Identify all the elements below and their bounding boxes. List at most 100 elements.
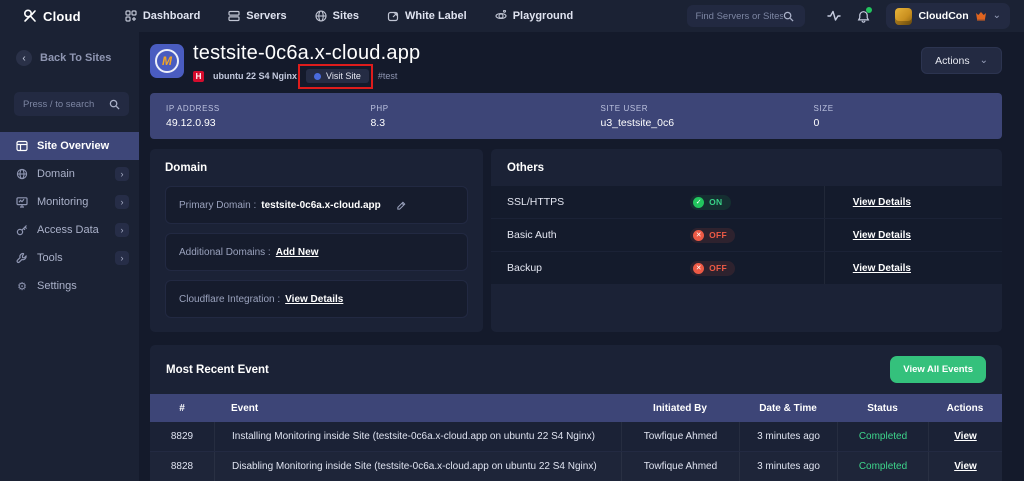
visit-site-button[interactable]: Visit Site [306,69,369,83]
sidebar-item-site-overview[interactable]: Site Overview [0,132,139,160]
sidebar: ‹ Back To Sites Site Overview Domain [0,32,139,481]
user-name: CloudCon [918,10,968,22]
nav-item-servers[interactable]: Servers [228,10,286,22]
basic-auth-view-details-link[interactable]: View Details [853,230,911,241]
nav-item-playground[interactable]: Playground [495,10,574,22]
col-date-time: Date & Time [739,403,837,414]
cross-icon: ✕ [693,263,704,274]
additional-domains-label: Additional Domains : [179,247,271,258]
event-status: Completed [837,422,928,451]
sidebar-search-input[interactable] [23,99,107,110]
sidebar-item-label: Monitoring [37,196,106,208]
event-id: 8828 [150,452,214,481]
backup-view-details-link[interactable]: View Details [853,263,911,274]
sidebar-item-monitoring[interactable]: Monitoring › [0,188,139,216]
cloudflare-label: Cloudflare Integration : [179,294,280,305]
sidebar-item-settings[interactable]: ⚙ Settings [0,272,139,300]
nav-item-white-label[interactable]: White Label [387,10,467,22]
backup-status-badge: ✕ OFF [690,261,735,276]
sidebar-item-tools[interactable]: Tools › [0,244,139,272]
info-value: 49.12.0.93 [166,117,354,129]
basic-auth-status-badge: ✕ OFF [690,228,735,243]
col-initiated-by: Initiated By [621,403,739,414]
nav-item-label: Servers [246,10,286,22]
sidebar-item-label: Domain [37,168,106,180]
chevron-right-icon: › [115,167,129,181]
backup-row: Backup ✕ OFF View Details [491,252,1002,285]
event-view-link[interactable]: View [954,461,977,472]
wrench-icon [16,252,28,264]
cloudflare-row: Cloudflare Integration : View Details [165,280,468,318]
event-id: 8829 [150,422,214,451]
info-label: SITE USER [601,104,798,113]
info-label: PHP [370,104,584,113]
event-table-row: 8828 Disabling Monitoring inside Site (t… [150,452,1002,481]
domain-globe-icon [16,168,28,180]
ssl-https-row: SSL/HTTPS ✓ ON View Details [491,186,1002,219]
dashboard-icon [125,10,137,22]
notifications-bell-icon[interactable] [857,10,870,23]
activity-icon[interactable] [827,10,841,22]
global-search-input[interactable] [695,11,783,22]
event-initiated-by: Towfique Ahmed [621,422,739,451]
nav-item-label: Dashboard [143,10,200,22]
sidebar-item-label: Site Overview [37,140,129,152]
ssl-view-details-link[interactable]: View Details [853,197,911,208]
info-ip-address: IP ADDRESS 49.12.0.93 [150,104,354,129]
actions-button-label: Actions [935,55,969,67]
user-menu[interactable]: CloudCon ⌄ [886,3,1010,29]
settings-gear-icon: ⚙ [16,280,28,293]
chevron-down-icon: ⌄ [980,56,988,66]
xcloud-logo[interactable]: Cloud [22,8,81,24]
global-search[interactable] [687,5,805,27]
col-actions: Actions [928,403,1002,414]
notification-dot [866,7,872,13]
event-time: 3 minutes ago [739,452,837,481]
events-table-header: # Event Initiated By Date & Time Status … [150,394,1002,422]
app-window: Cloud Dashboard Servers [0,0,1024,481]
site-overview-icon [16,140,28,152]
chevron-left-icon: ‹ [16,50,32,66]
sidebar-item-domain[interactable]: Domain › [0,160,139,188]
info-value: 0 [814,117,1002,129]
site-favicon: M [150,44,184,78]
additional-domains-row: Additional Domains : Add New [165,233,468,271]
chevron-right-icon: › [115,223,129,237]
nav-item-label: Playground [513,10,574,22]
primary-domain-label: Primary Domain : [179,200,256,211]
cloudflare-view-details-link[interactable]: View Details [285,294,343,305]
info-size: SIZE 0 [798,104,1002,129]
event-description: Disabling Monitoring inside Site (testsi… [214,452,621,481]
server-info-label: ubuntu 22 S4 Nginx [213,71,297,81]
info-value: u3_testsite_0c6 [601,117,798,129]
servers-icon [228,10,240,22]
sidebar-item-label: Tools [37,252,106,264]
info-label: SIZE [814,104,1002,113]
info-site-user: SITE USER u3_testsite_0c6 [585,104,798,129]
site-status-dot [314,73,321,80]
recent-events-card: Most Recent Event View All Events # Even… [150,345,1002,481]
actions-button[interactable]: Actions ⌄ [921,47,1002,74]
event-table-row: 8829 Installing Monitoring inside Site (… [150,422,1002,452]
back-to-sites-button[interactable]: ‹ Back To Sites [0,50,139,66]
col-id: # [150,403,214,414]
globe-icon [315,10,327,22]
top-navbar: Cloud Dashboard Servers [0,0,1024,32]
nav-item-sites[interactable]: Sites [315,10,359,22]
col-status: Status [837,403,928,414]
visit-site-label: Visit Site [326,71,361,81]
event-initiated-by: Towfique Ahmed [621,452,739,481]
event-view-link[interactable]: View [954,431,977,442]
site-title: testsite-0c6a.x-cloud.app [193,42,420,65]
nav-item-dashboard[interactable]: Dashboard [125,10,200,22]
info-php: PHP 8.3 [354,104,584,129]
sidebar-search[interactable] [14,92,129,116]
edit-pencil-icon[interactable] [396,200,407,211]
view-all-events-button[interactable]: View All Events [890,356,986,383]
events-card-title: Most Recent Event [166,364,269,376]
playground-icon [495,10,507,22]
sidebar-item-access-data[interactable]: Access Data › [0,216,139,244]
basic-auth-label: Basic Auth [507,229,690,241]
add-new-domain-link[interactable]: Add New [276,247,319,258]
event-time: 3 minutes ago [739,422,837,451]
